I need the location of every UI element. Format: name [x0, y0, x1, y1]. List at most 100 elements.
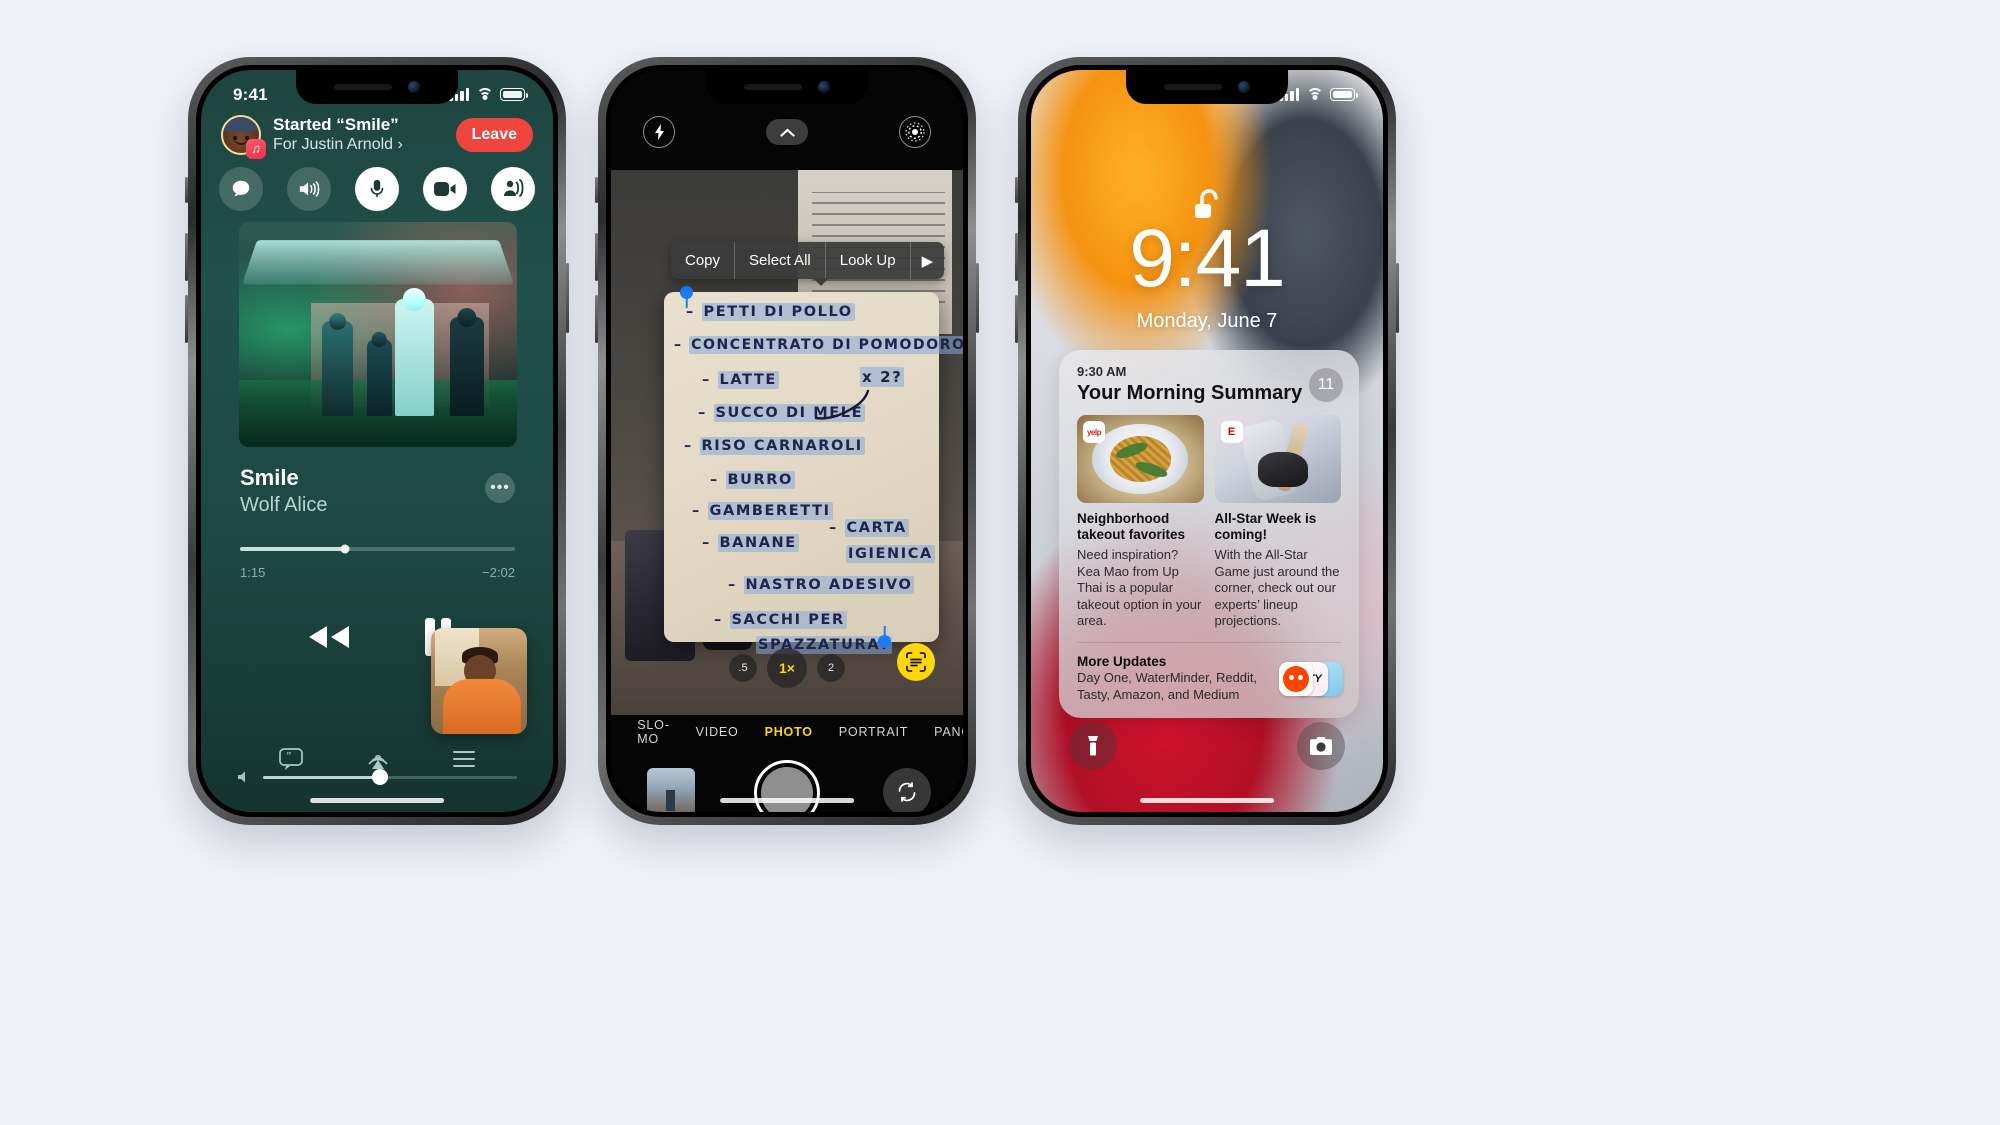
handwritten-curve	[814, 389, 870, 420]
shareplay-header[interactable]: ♫ Started “Smile” For Justin Arnold › Le…	[221, 114, 533, 159]
notification-summary-card[interactable]: 9:30 AM Your Morning Summary 11 yelp Nei…	[1059, 350, 1359, 718]
power-button[interactable]	[976, 263, 979, 333]
playback-scrubber[interactable]	[240, 544, 515, 554]
note-line[interactable]: – SACCHI PER	[714, 611, 847, 629]
copy-menu-item[interactable]: Copy	[671, 242, 736, 279]
selection-handle-end[interactable]	[878, 635, 891, 648]
look-up-menu-item[interactable]: Look Up	[826, 242, 911, 279]
album-artwork[interactable]	[239, 222, 517, 447]
live-photo-button[interactable]	[899, 116, 931, 148]
more-updates-headline: More Updates	[1077, 654, 1167, 670]
note-line[interactable]: – LATTE	[702, 371, 779, 389]
live-text-button[interactable]	[897, 643, 935, 681]
flashlight-icon	[1088, 736, 1098, 756]
summary-card-item[interactable]: E All-Star Week is coming! With the All-…	[1214, 415, 1341, 630]
volume-up-button[interactable]	[595, 233, 598, 281]
note-line[interactable]: IGIENICA	[846, 545, 935, 563]
note-line[interactable]: – NASTRO ADESIVO	[728, 576, 915, 594]
shareplay-subtitle[interactable]: For Justin Arnold ›	[273, 135, 444, 155]
yelp-icon: yelp	[1083, 421, 1105, 443]
volume-down-button[interactable]	[1015, 295, 1018, 343]
mode-portrait[interactable]: PORTRAIT	[839, 725, 908, 739]
mute-switch[interactable]	[595, 177, 598, 203]
note-line[interactable]: – CONCENTRATO DI POMODORO	[674, 336, 963, 354]
lock-clock: 9:41	[1129, 213, 1286, 304]
power-button[interactable]	[1396, 263, 1399, 333]
camera-mode-selector: E SLO-MO VIDEO PHOTO PORTRAIT PANO	[611, 718, 963, 746]
summary-title: Your Morning Summary	[1077, 382, 1303, 404]
speech-bubble-icon	[232, 180, 250, 197]
home-indicator[interactable]	[720, 798, 854, 803]
more-menu-arrow[interactable]: ▶	[911, 242, 945, 279]
note-bullet-dash: –	[686, 304, 702, 320]
mute-switch[interactable]	[1015, 177, 1018, 203]
espn-icon: E	[1220, 421, 1243, 443]
more-updates-row[interactable]: More Updates Day One, WaterMinder, Reddi…	[1059, 643, 1359, 718]
mute-switch[interactable]	[185, 177, 188, 203]
mode-photo[interactable]: PHOTO	[765, 725, 813, 739]
note-bullet-dash: –	[674, 337, 690, 353]
shutter-row	[611, 760, 963, 812]
camera-button[interactable]	[1297, 722, 1345, 770]
artwork-figure	[322, 312, 353, 416]
note-line[interactable]: – RISO CARNAROLI	[684, 437, 865, 455]
home-indicator[interactable]	[1140, 798, 1274, 803]
power-button[interactable]	[566, 263, 569, 333]
lock-date: Monday, June 7	[1136, 310, 1278, 332]
expand-controls-button[interactable]	[766, 119, 808, 145]
mode-slo-mo[interactable]: SLO-MO	[637, 718, 669, 746]
summary-cards: yelp Neighborhood takeout favorites Need…	[1059, 413, 1359, 642]
selection-handle-start[interactable]	[680, 286, 693, 299]
note-line-text: BURRO	[725, 471, 795, 489]
note-line-text: LATTE	[717, 371, 779, 389]
microphone-button[interactable]	[355, 167, 399, 211]
note-line-text: CONCENTRATO DI POMODORO	[689, 336, 963, 354]
last-photo-thumbnail[interactable]	[647, 768, 695, 812]
select-all-menu-item[interactable]: Select All	[735, 242, 826, 279]
volume-up-button[interactable]	[1015, 233, 1018, 281]
front-camera-icon	[1238, 81, 1250, 93]
volume-down-button[interactable]	[185, 295, 188, 343]
volume-track[interactable]	[263, 769, 517, 785]
note-line[interactable]: x 2?	[860, 367, 905, 387]
note-line[interactable]: – BANANE	[702, 534, 799, 552]
zoom-2x-button[interactable]: 2	[817, 654, 845, 682]
note-line[interactable]: – CARTA	[829, 519, 909, 537]
flash-button[interactable]	[643, 116, 675, 148]
flash-bolt-icon	[654, 124, 664, 140]
status-indicators	[1279, 88, 1358, 101]
note-line[interactable]: – BURRO	[710, 471, 795, 489]
zoom-1x-button[interactable]: 1×	[767, 648, 807, 688]
flip-camera-button[interactable]	[883, 768, 931, 812]
volume-down-button[interactable]	[595, 295, 598, 343]
more-options-button[interactable]: •••	[485, 473, 515, 503]
shutter-button[interactable]	[754, 760, 820, 812]
airplay-button[interactable]	[365, 747, 391, 774]
mode-pano[interactable]: PANO	[934, 725, 963, 739]
facetime-pip[interactable]	[431, 628, 527, 734]
zoom-half-button[interactable]: .5	[729, 654, 757, 682]
rewind-button[interactable]	[305, 623, 353, 651]
track-title: Smile	[240, 465, 299, 490]
flashlight-button[interactable]	[1069, 722, 1117, 770]
messages-button[interactable]	[219, 167, 263, 211]
leave-button[interactable]: Leave	[455, 117, 533, 152]
note-line[interactable]: – GAMBERETTI	[692, 502, 833, 520]
summary-card-item[interactable]: yelp Neighborhood takeout favorites Need…	[1077, 415, 1204, 630]
queue-button[interactable]	[452, 747, 476, 774]
volume-up-button[interactable]	[185, 233, 188, 281]
summary-header: 9:30 AM Your Morning Summary 11	[1059, 350, 1359, 413]
scrubber-knob[interactable]	[340, 544, 349, 554]
lyrics-button[interactable]: ”	[278, 747, 304, 774]
video-button[interactable]	[423, 167, 467, 211]
phone-bezel: – PETTI DI POLLO – CONCENTRATO DI POMODOR…	[606, 65, 968, 817]
mode-video[interactable]: VIDEO	[696, 725, 739, 739]
note-line[interactable]: – PETTI DI POLLO	[686, 303, 855, 321]
notch	[296, 70, 458, 104]
note-line-text: IGIENICA	[846, 545, 935, 563]
shareplay-button[interactable]	[491, 167, 535, 211]
note-bullet-dash: –	[702, 372, 718, 388]
home-indicator[interactable]	[310, 798, 444, 803]
speaker-button[interactable]	[287, 167, 331, 211]
shopping-list-note[interactable]: – PETTI DI POLLO – CONCENTRATO DI POMODOR…	[664, 286, 963, 654]
